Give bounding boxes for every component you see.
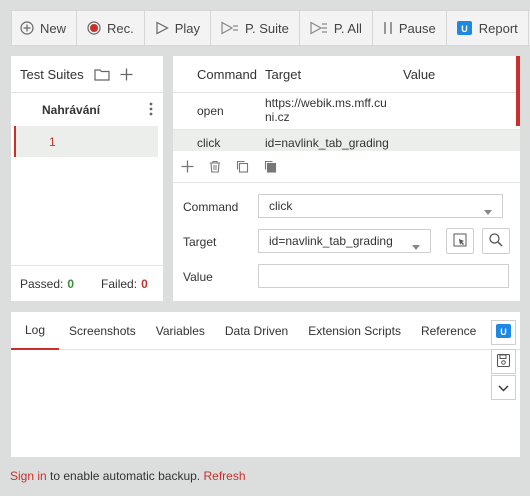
test-suites-panel: Test Suites Nahrávání 1 Passed: 0 Failed… xyxy=(11,56,163,301)
column-value: Value xyxy=(403,66,436,82)
table-header: Command Target Value xyxy=(173,56,520,93)
report-icon: U xyxy=(495,323,512,342)
log-panel: Log Screenshots Variables Data Driven Ex… xyxy=(11,312,520,457)
save-log-button[interactable] xyxy=(491,349,516,374)
column-command: Command xyxy=(197,66,257,82)
column-target: Target xyxy=(265,66,302,82)
test-suites-header: Test Suites xyxy=(11,56,163,93)
suite-name: Nahrávání xyxy=(42,102,101,117)
collapse-log-button[interactable] xyxy=(491,375,516,400)
select-target-button[interactable] xyxy=(446,228,474,254)
kebab-menu-icon[interactable] xyxy=(149,102,153,119)
delete-icon[interactable] xyxy=(209,160,221,173)
play-all-button[interactable]: P. All xyxy=(300,11,373,45)
svg-text:U: U xyxy=(500,327,507,337)
toolbar: New Rec. Play P. Suite P. All Pause U Re… xyxy=(11,10,530,46)
pause-icon xyxy=(383,21,393,35)
chevron-down-icon xyxy=(412,239,420,253)
play-all-label: P. All xyxy=(333,20,362,36)
row-command: open xyxy=(197,104,224,118)
value-label: Value xyxy=(183,270,213,284)
target-select-value: id=navlink_tab_grading xyxy=(269,234,393,248)
test-case-name: 1 xyxy=(49,134,56,149)
add-command-icon[interactable] xyxy=(181,160,194,173)
table-row[interactable]: open https://webik.ms.mff.cuni.cz xyxy=(173,93,520,130)
chevron-down-icon xyxy=(498,381,509,395)
copy-icon[interactable] xyxy=(236,160,249,173)
play-suite-button[interactable]: P. Suite xyxy=(211,11,300,45)
tab-reference[interactable]: Reference xyxy=(411,312,486,350)
test-status-footer: Passed: 0 Failed: 0 xyxy=(11,265,163,301)
save-icon xyxy=(496,353,511,370)
report-icon: U xyxy=(456,20,473,36)
command-label: Command xyxy=(183,200,239,214)
new-button[interactable]: New xyxy=(12,11,78,45)
failed-label: Failed: xyxy=(101,276,138,291)
passed-label: Passed: xyxy=(20,276,64,291)
refresh-link[interactable]: Refresh xyxy=(203,469,245,483)
editor-toolbar xyxy=(173,151,520,183)
play-all-icon xyxy=(310,21,328,35)
command-select-value: click xyxy=(269,199,293,213)
play-label: Play xyxy=(174,20,201,36)
play-button[interactable]: Play xyxy=(145,11,212,45)
passed-count: 0 xyxy=(67,276,75,291)
report-label: Report xyxy=(478,20,518,36)
find-target-button[interactable] xyxy=(482,228,510,254)
report-side-button[interactable]: U xyxy=(491,320,516,345)
command-select[interactable]: click xyxy=(258,194,503,218)
target-select[interactable]: id=navlink_tab_grading xyxy=(258,229,431,253)
backup-text: to enable automatic backup. xyxy=(46,469,204,483)
suite-item[interactable]: Nahrávání xyxy=(11,93,163,126)
pause-label: Pause xyxy=(398,20,436,36)
failed-count: 0 xyxy=(141,276,148,291)
value-input[interactable] xyxy=(258,264,509,288)
row-target: https://webik.ms.mff.cuni.cz xyxy=(265,96,387,124)
scrollbar[interactable] xyxy=(516,56,520,126)
pause-button[interactable]: Pause xyxy=(373,11,447,45)
folder-icon[interactable] xyxy=(93,68,110,81)
row-target: id=navlink_tab_grading xyxy=(265,136,389,150)
tab-screenshots[interactable]: Screenshots xyxy=(59,312,146,350)
chevron-down-icon xyxy=(484,204,492,218)
sign-in-link[interactable]: Sign in xyxy=(10,469,47,483)
add-suite-icon[interactable] xyxy=(120,68,133,81)
record-button[interactable]: Rec. xyxy=(77,11,145,45)
backup-notice: Sign in to enable automatic backup. Refr… xyxy=(10,469,246,483)
play-icon xyxy=(155,21,169,35)
tab-data-driven[interactable]: Data Driven xyxy=(215,312,298,350)
pointer-icon xyxy=(453,232,467,250)
test-suites-title: Test Suites xyxy=(20,66,84,82)
tab-log[interactable]: Log xyxy=(11,312,60,350)
command-panel: Command Target Value open https://webik.… xyxy=(173,56,520,301)
test-case-item[interactable]: 1 xyxy=(14,126,158,157)
report-button[interactable]: U Report xyxy=(447,11,529,45)
new-label: New xyxy=(40,20,67,36)
target-label: Target xyxy=(183,235,217,249)
table-row-selected[interactable]: click id=navlink_tab_grading xyxy=(173,130,520,152)
record-icon xyxy=(87,21,101,35)
log-tabs: Log Screenshots Variables Data Driven Ex… xyxy=(11,312,520,350)
command-editor: Command click Target id=navlink_tab_grad… xyxy=(173,151,520,301)
row-command: click xyxy=(197,136,221,150)
plus-circle-icon xyxy=(20,21,34,35)
tab-extension-scripts[interactable]: Extension Scripts xyxy=(298,312,411,350)
play-suite-label: P. Suite xyxy=(245,20,289,36)
play-suite-icon xyxy=(221,21,239,35)
svg-text:U: U xyxy=(461,24,468,34)
tab-variables[interactable]: Variables xyxy=(146,312,215,350)
search-icon xyxy=(489,232,503,250)
paste-icon[interactable] xyxy=(264,160,277,173)
record-label: Rec. xyxy=(107,20,134,36)
